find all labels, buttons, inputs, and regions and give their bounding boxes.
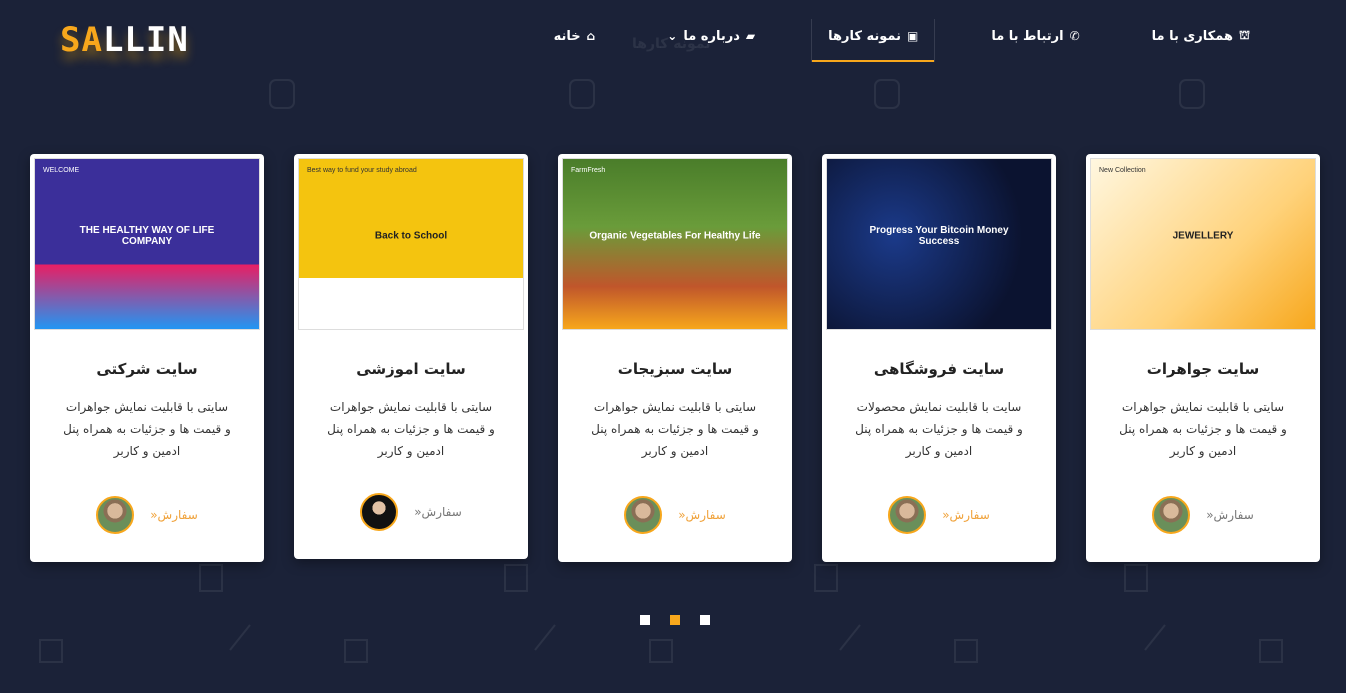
card-footer: سفارش« [294, 493, 528, 531]
card-description: سایتی با قابلیت نمایش جواهرات و قیمت ها و… [48, 396, 246, 462]
order-link[interactable]: سفارش« [678, 508, 726, 522]
card-footer: سفارش« [558, 496, 792, 534]
order-link[interactable]: سفارش« [150, 508, 198, 522]
description-line: ادمین و کاربر [1169, 444, 1237, 458]
thumbnail-heading: Organic Vegetables For Healthy Life [589, 230, 761, 241]
avatar [624, 496, 663, 534]
slider-dot[interactable] [700, 615, 710, 625]
avatar [360, 493, 399, 531]
card-description: سایتی با قابلیت نمایش جواهرات و قیمت ها و… [576, 396, 774, 462]
order-label: سفارش [1213, 508, 1254, 522]
portfolio-card[interactable]: Progress Your Bitcoin Money Success سایت … [822, 154, 1056, 562]
slider-pagination [640, 615, 710, 625]
order-label: سفارش [421, 505, 462, 519]
portfolio-icon: ▣ [906, 29, 919, 43]
nav-item-3[interactable]: ▰ درباره ما ⌄ [651, 19, 771, 62]
description-line: سایت با قابلیت نمایش محصولات [856, 400, 1022, 414]
description-line: سایتی با قابلیت نمایش جواهرات [65, 400, 229, 414]
card-thumbnail[interactable]: THE HEALTHY WAY OF LIFE COMPANY WELCOME [34, 158, 260, 330]
nav-item-4[interactable]: ⌂ خانه [538, 19, 612, 62]
portfolio-card[interactable]: Back to School Best way to fund your stud… [294, 154, 528, 559]
main-nav: ⛫ همکاری با ما ✆ ارتباط با ما ▣ نمونه کارها ▰ د… [518, 18, 1286, 62]
nav-item-label: نمونه کارها [828, 28, 901, 44]
thumbnail-subtext: FarmFresh [571, 167, 606, 174]
double-chevron-icon: « [150, 508, 158, 522]
phone-icon: ✆ [1069, 29, 1080, 43]
thumbnail-heading: JEWELLERY [1172, 230, 1234, 241]
card-title: سایت شرکتی [96, 360, 198, 378]
card-footer: سفارش« [30, 496, 264, 534]
avatar [1152, 496, 1191, 534]
description-line: و قیمت ها و جزئیات به همراه پنل [1119, 422, 1287, 436]
description-line: سایتی با قابلیت نمایش جواهرات [329, 400, 493, 414]
description-line: ادمین و کاربر [113, 444, 181, 458]
book-icon: ▰ [745, 29, 756, 43]
store-icon: ⛫ [1238, 28, 1250, 42]
card-footer: سفارش« [822, 496, 1056, 534]
card-description: سایتی با قابلیت نمایش جواهرات و قیمت ها و… [1104, 396, 1302, 462]
nav-item-0[interactable]: ⛫ همکاری با ما [1136, 18, 1266, 62]
nav-item-label: خانه [553, 28, 581, 44]
avatar [96, 496, 135, 534]
double-chevron-icon: « [1206, 508, 1214, 522]
thumbnail-subtext: New Collection [1099, 167, 1146, 174]
description-line: سایتی با قابلیت نمایش جواهرات [1121, 400, 1285, 414]
card-title: سایت فروشگاهی [873, 360, 1005, 378]
home-icon: ⌂ [586, 29, 596, 43]
brand-logo[interactable]: SALLIN [60, 20, 189, 60]
slider-dot[interactable] [670, 615, 680, 625]
description-line: و قیمت ها و جزئیات به همراه پنل [327, 422, 495, 436]
avatar [888, 496, 927, 534]
nav-item-label: همکاری با ما [1151, 28, 1233, 44]
description-line: ادمین و کاربر [377, 444, 445, 458]
card-thumbnail[interactable]: Progress Your Bitcoin Money Success [826, 158, 1052, 330]
card-thumbnail[interactable]: JEWELLERY New Collection [1090, 158, 1316, 330]
thumbnail-heading: Progress Your Bitcoin Money Success [869, 224, 1009, 247]
card-thumbnail[interactable]: Back to School Best way to fund your stud… [298, 158, 524, 330]
card-footer: سفارش« [1086, 496, 1320, 534]
description-line: و قیمت ها و جزئیات به همراه پنل [591, 422, 759, 436]
card-thumbnail[interactable]: Organic Vegetables For Healthy Life FarmF… [562, 158, 788, 330]
description-line: سایتی با قابلیت نمایش جواهرات [593, 400, 757, 414]
portfolio-carousel: JEWELLERY New Collection سایت جواهرات سایتی… [30, 154, 1320, 564]
logo-accent: SA [60, 20, 103, 60]
card-title: سایت سبزیجات [617, 360, 733, 378]
thumbnail-heading: Back to School [374, 230, 448, 241]
thumbnail-subtext: WELCOME [43, 167, 80, 174]
chevron-down-icon: ⌄ [667, 29, 678, 43]
portfolio-card[interactable]: Organic Vegetables For Healthy Life FarmF… [558, 154, 792, 562]
portfolio-card[interactable]: JEWELLERY New Collection سایت جواهرات سایتی… [1086, 154, 1320, 562]
order-label: سفارش [949, 508, 990, 522]
double-chevron-icon: « [942, 508, 950, 522]
description-line: ادمین و کاربر [905, 444, 973, 458]
card-title: سایت جواهرات [1146, 360, 1260, 378]
nav-item-label: ارتباط با ما [991, 28, 1064, 44]
nav-item-2[interactable]: ▣ نمونه کارها [811, 18, 936, 62]
card-description: سایتی با قابلیت نمایش جواهرات و قیمت ها و… [312, 396, 510, 462]
card-description: سایت با قابلیت نمایش محصولات و قیمت ها و … [840, 396, 1038, 462]
order-link[interactable]: سفارش« [1206, 508, 1254, 522]
order-link[interactable]: سفارش« [414, 505, 462, 519]
description-line: و قیمت ها و جزئیات به همراه پنل [63, 422, 231, 436]
nav-item-label: درباره ما [683, 28, 740, 44]
order-link[interactable]: سفارش« [942, 508, 990, 522]
portfolio-card[interactable]: THE HEALTHY WAY OF LIFE COMPANY WELCOME سا… [30, 154, 264, 562]
description-line: و قیمت ها و جزئیات به همراه پنل [855, 422, 1023, 436]
double-chevron-icon: « [414, 505, 422, 519]
thumbnail-heading: THE HEALTHY WAY OF LIFE COMPANY [79, 224, 215, 247]
order-label: سفارش [157, 508, 198, 522]
description-line: ادمین و کاربر [641, 444, 709, 458]
double-chevron-icon: « [678, 508, 686, 522]
logo-rest: LLIN [102, 20, 189, 60]
slider-dot[interactable] [640, 615, 650, 625]
card-title: سایت اموزشی [356, 360, 466, 378]
thumbnail-subtext: Best way to fund your study abroad [307, 167, 417, 174]
order-label: سفارش [685, 508, 726, 522]
nav-item-1[interactable]: ✆ ارتباط با ما [975, 19, 1095, 62]
